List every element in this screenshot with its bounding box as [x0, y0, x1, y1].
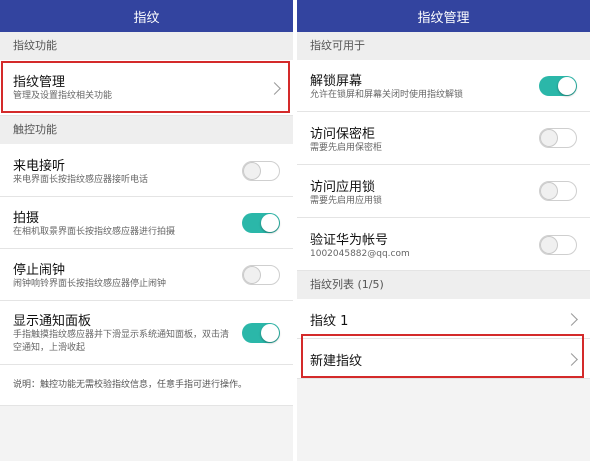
answer-call-toggle[interactable] — [242, 161, 280, 181]
capture-photo-item[interactable]: 拍摄 在相机取景界面长按指纹感应器进行拍摄 — [0, 197, 293, 249]
answer-call-item[interactable]: 来电接听 来电界面长按指纹感应器接听电话 — [0, 144, 293, 197]
item-subtitle-line1: 手指触摸指纹感应器并下滑显示系统通知面板，双击清 — [13, 330, 230, 340]
item-subtitle: 需要先启用应用锁 — [310, 196, 383, 206]
toggle-knob — [243, 266, 261, 284]
item-subtitle: 需要先启用保密柜 — [310, 143, 383, 153]
notification-panel-toggle[interactable] — [242, 323, 280, 343]
touch-note: 说明：触控功能无需校验指纹信息，任意手指可进行操作。 — [0, 365, 293, 406]
toggle-knob — [261, 214, 279, 232]
stop-alarm-item[interactable]: 停止闹钟 闹钟响铃界面长按指纹感应器停止闹钟 — [0, 249, 293, 301]
toggle-knob — [540, 129, 558, 147]
toggle-knob — [243, 162, 261, 180]
item-title: 验证华为帐号 — [310, 233, 389, 248]
page-title: 指纹管理 — [417, 10, 470, 26]
item-subtitle: 来电界面长按指纹感应器接听电话 — [13, 175, 149, 185]
page-title-bar: 指纹 — [0, 0, 293, 32]
unlock-screen-toggle[interactable] — [539, 76, 577, 96]
section-header-list: 指纹列表 (1/5) — [297, 271, 590, 299]
notification-panel-item[interactable]: 显示通知面板 手指触摸指纹感应器并下滑显示系统通知面板，双击清 空通知，上滑收起 — [0, 301, 293, 365]
highlight-box — [1, 61, 290, 113]
app-lock-item[interactable]: 访问应用锁 需要先启用应用锁 — [297, 165, 590, 218]
item-title: 访问保密柜 — [310, 127, 376, 142]
page-title: 指纹 — [133, 10, 160, 26]
verify-account-item[interactable]: 验证华为帐号 1002045882@qq.com — [297, 218, 590, 271]
item-subtitle: 在相机取景界面长按指纹感应器进行拍摄 — [13, 227, 176, 237]
chevron-right-icon — [565, 313, 578, 326]
item-title: 解锁屏幕 — [310, 74, 363, 89]
item-title: 拍摄 — [13, 211, 40, 226]
item-subtitle: 1002045882@qq.com — [310, 249, 410, 259]
item-title: 停止闹钟 — [13, 263, 66, 278]
toggle-knob — [540, 182, 558, 200]
toggle-knob — [540, 236, 558, 254]
section-header-fingerprint: 指纹功能 — [0, 32, 293, 60]
section-header-usable: 指纹可用于 — [297, 32, 590, 60]
highlight-box — [301, 334, 584, 378]
app-lock-toggle[interactable] — [539, 181, 577, 201]
verify-account-toggle[interactable] — [539, 235, 577, 255]
item-subtitle: 允许在锁屏和屏幕关闭时使用指纹解锁 — [310, 90, 464, 100]
item-subtitle-line2: 空通知，上滑收起 — [13, 343, 86, 353]
unlock-screen-item[interactable]: 解锁屏幕 允许在锁屏和屏幕关闭时使用指纹解锁 — [297, 60, 590, 112]
item-title: 访问应用锁 — [310, 180, 376, 195]
section-header-touch: 触控功能 — [0, 116, 293, 144]
safe-access-item[interactable]: 访问保密柜 需要先启用保密柜 — [297, 112, 590, 165]
page-title-bar: 指纹管理 — [297, 0, 590, 32]
item-title: 来电接听 — [13, 159, 66, 174]
toggle-knob — [261, 324, 279, 342]
item-title: 指纹 1 — [310, 314, 349, 329]
item-subtitle: 闹钟响铃界面长按指纹感应器停止闹钟 — [13, 279, 167, 289]
stop-alarm-toggle[interactable] — [242, 265, 280, 285]
fingerprint-1-item[interactable]: 指纹 1 — [297, 299, 590, 339]
item-title: 显示通知面板 — [13, 314, 92, 329]
capture-photo-toggle[interactable] — [242, 213, 280, 233]
fingerprint-settings-panel: 指纹 指纹功能 指纹管理 管理及设置指纹相关功能 触控功能 来电接听 来电界面长… — [0, 0, 293, 461]
toggle-knob — [558, 77, 576, 95]
fingerprint-manage-panel: 指纹管理 指纹可用于 解锁屏幕 允许在锁屏和屏幕关闭时使用指纹解锁 访问保密柜 … — [297, 0, 590, 461]
safe-access-toggle[interactable] — [539, 128, 577, 148]
